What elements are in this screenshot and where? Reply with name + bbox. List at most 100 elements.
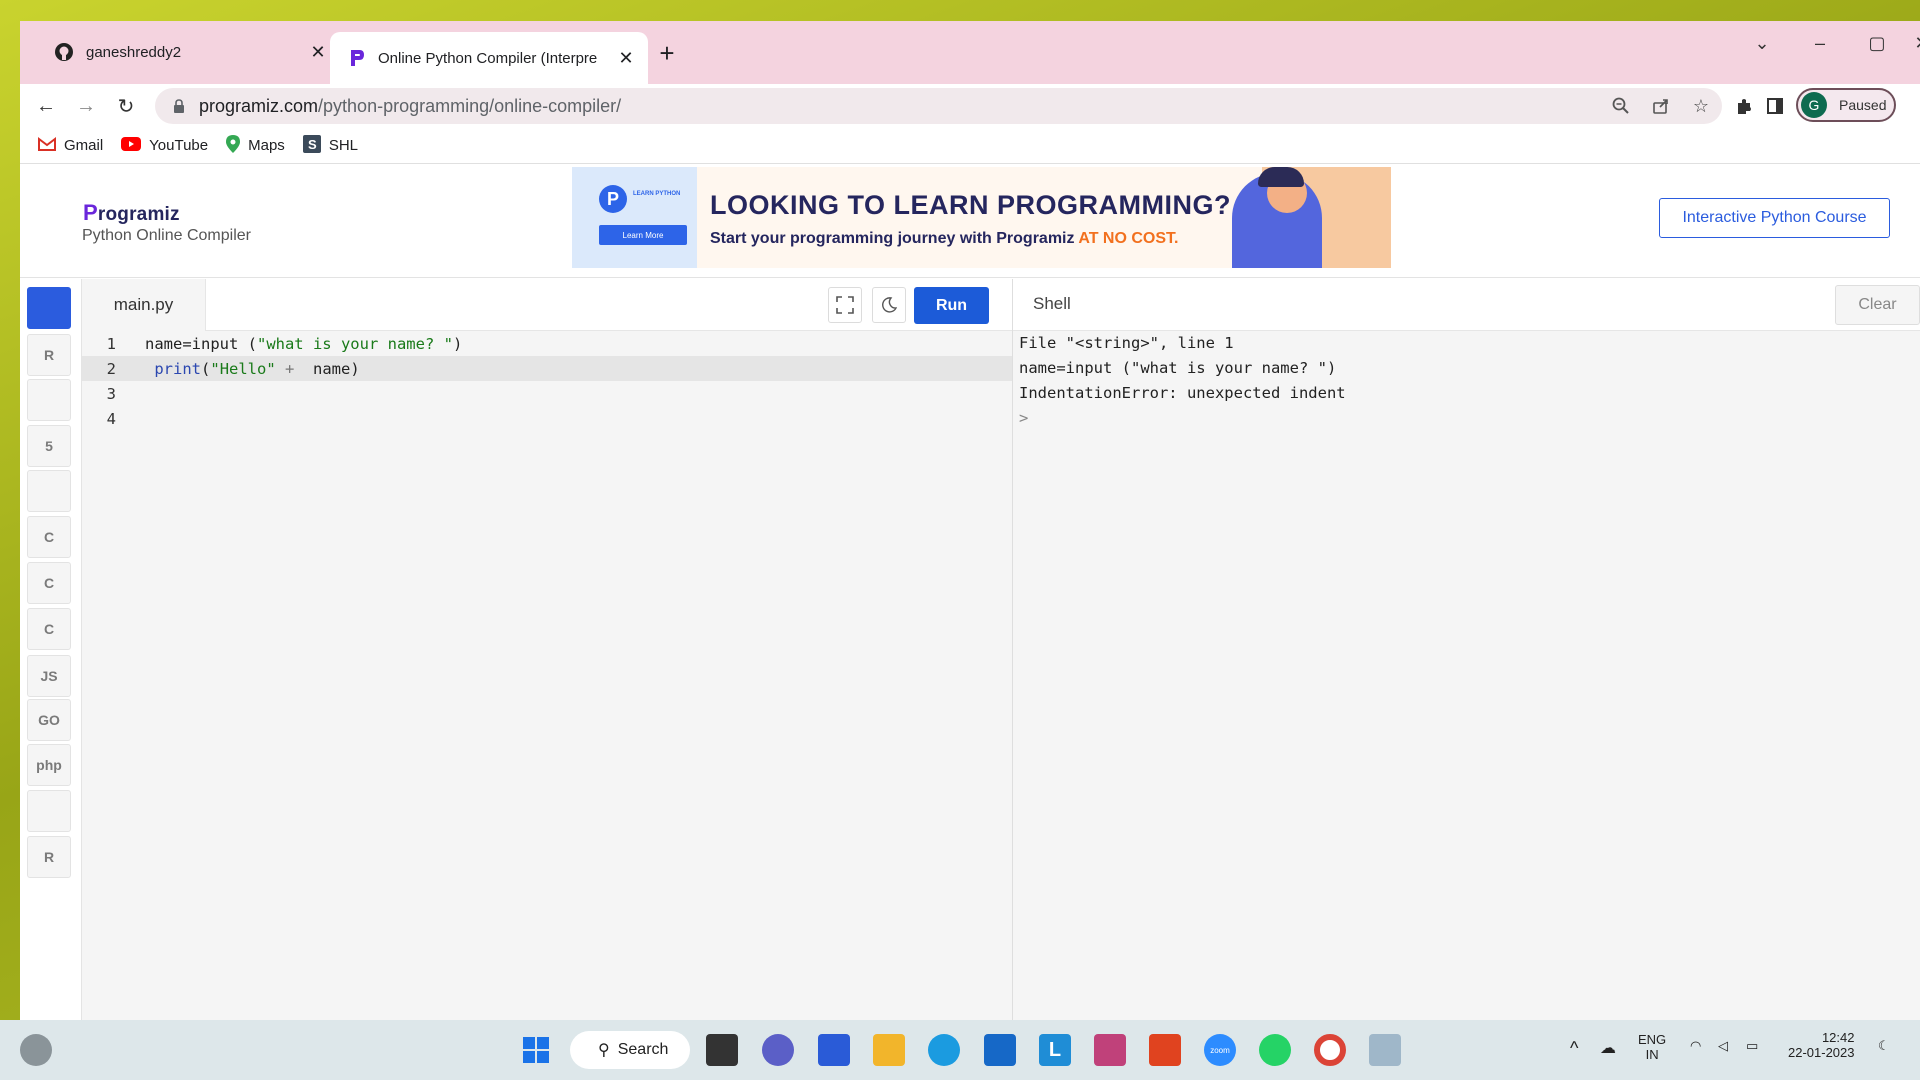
programiz-page: Programiz Python Online Compiler P LEARN… <box>20 164 1920 1020</box>
l-app-icon[interactable]: L <box>1039 1034 1071 1066</box>
bookmark-maps[interactable]: Maps <box>226 134 285 157</box>
notepad-icon[interactable] <box>1369 1034 1401 1066</box>
browser-toolbar: ← → ↻ programiz.com/python-programming/o… <box>20 84 1920 128</box>
maps-icon <box>226 134 241 157</box>
share-icon[interactable] <box>1650 95 1672 117</box>
show-hidden-icons-chevron-icon[interactable]: ^ <box>1570 1038 1578 1059</box>
zoom-icon[interactable]: zoom <box>1204 1034 1236 1066</box>
output-line: IndentationError: unexpected indent <box>1019 384 1346 402</box>
clear-button[interactable]: Clear <box>1835 285 1920 325</box>
start-button[interactable] <box>520 1034 552 1066</box>
whatsapp-icon[interactable] <box>1259 1034 1291 1066</box>
volume-icon[interactable]: ◁ <box>1718 1038 1728 1054</box>
bookmark-gmail[interactable]: Gmail <box>38 136 103 155</box>
close-icon[interactable]: ✕ <box>614 48 638 69</box>
minimize-button[interactable]: – <box>1800 33 1840 54</box>
tab-search-chevron-icon[interactable]: ⌄ <box>1742 33 1782 54</box>
swift-icon[interactable] <box>27 790 71 832</box>
teams-chat-icon[interactable] <box>762 1034 794 1066</box>
address-bar[interactable]: programiz.com/python-programming/online-… <box>155 88 1722 124</box>
zoom-icon[interactable] <box>1610 95 1632 117</box>
mail-icon[interactable] <box>984 1034 1016 1066</box>
code-line: 4 <box>82 406 1012 431</box>
c-icon[interactable]: C <box>27 516 71 558</box>
shell-header: Shell Clear <box>1013 279 1920 331</box>
csharp-icon[interactable]: C <box>27 608 71 650</box>
task-view-icon[interactable] <box>706 1034 738 1066</box>
language-indicator[interactable]: ENG IN <box>1638 1032 1666 1062</box>
extensions-icon[interactable] <box>1733 95 1755 117</box>
tab-title: ganeshreddy2 <box>86 43 182 61</box>
windows-icon <box>523 1037 549 1063</box>
python-logo: P <box>599 185 627 213</box>
python-icon[interactable] <box>27 287 71 329</box>
edge-icon[interactable] <box>928 1034 960 1066</box>
learn-python-label: LEARN PYTHON <box>633 191 681 197</box>
store-icon[interactable] <box>818 1034 850 1066</box>
javascript-icon[interactable]: JS <box>27 655 71 697</box>
office-icon[interactable] <box>1149 1034 1181 1066</box>
taskbar-search[interactable]: ⚲ Search <box>570 1031 690 1069</box>
rust-icon[interactable]: R <box>27 836 71 878</box>
code-text: print("Hello" + name) <box>154 359 360 378</box>
bookmark-youtube[interactable]: YouTube <box>121 136 208 155</box>
sql-database-icon[interactable] <box>27 379 71 421</box>
new-tab-button[interactable]: + <box>650 38 684 69</box>
shell-output[interactable]: File "<string>", line 1 name=input ("wha… <box>1019 331 1346 431</box>
file-tab-main[interactable]: main.py <box>82 279 206 331</box>
site-header: Programiz Python Online Compiler P LEARN… <box>20 164 1920 278</box>
editor-header: main.py Run <box>82 279 1012 331</box>
chrome-icon[interactable] <box>1314 1034 1346 1066</box>
side-panel-icon[interactable] <box>1764 95 1786 117</box>
ad-banner[interactable]: P LEARN PYTHON Learn More LOOKING TO LEA… <box>572 167 1391 268</box>
moon-icon <box>882 297 897 313</box>
go-icon[interactable]: GO <box>27 699 71 741</box>
windows-taskbar: ⚲ Search L zoom ^ ☁ ENG IN ◠ ◁ ▭ 12:42 2… <box>0 1020 1920 1080</box>
run-button[interactable]: Run <box>914 287 989 324</box>
learn-python-card: P LEARN PYTHON Learn More <box>599 185 687 253</box>
close-icon[interactable]: ✕ <box>306 42 330 63</box>
r-icon[interactable]: R <box>27 334 71 376</box>
onedrive-icon[interactable]: ☁ <box>1600 1038 1616 1058</box>
url-text: programiz.com/python-programming/online-… <box>199 95 622 116</box>
wifi-icon[interactable]: ◠ <box>1690 1038 1701 1054</box>
widgets-icon[interactable] <box>20 1034 52 1066</box>
java-icon[interactable] <box>27 470 71 512</box>
html5-icon[interactable]: 5 <box>27 425 71 467</box>
forward-button[interactable]: → <box>72 92 100 120</box>
tab-programiz[interactable]: Online Python Compiler (Interpre ✕ <box>330 32 648 84</box>
maximize-button[interactable]: ▢ <box>1857 33 1897 54</box>
programiz-logo[interactable]: Programiz <box>83 200 180 226</box>
tab-title: Online Python Compiler (Interpre <box>378 49 598 67</box>
code-area[interactable]: 1 name=input ("what is your name? ") 2 p… <box>82 331 1012 431</box>
php-icon[interactable]: php <box>27 744 71 786</box>
cpp-icon[interactable]: C <box>27 562 71 604</box>
back-button[interactable]: ← <box>32 92 60 120</box>
shell-panel: Shell Clear File "<string>", line 1 name… <box>1012 279 1920 1020</box>
svg-text:S: S <box>308 137 317 152</box>
app-icon[interactable] <box>1094 1034 1126 1066</box>
profile-button[interactable]: G Paused <box>1796 88 1896 122</box>
reload-button[interactable]: ↻ <box>112 92 140 120</box>
shell-prompt: > <box>1019 409 1029 427</box>
programiz-icon <box>346 48 366 68</box>
notifications-icon[interactable]: ☾ <box>1878 1038 1890 1054</box>
code-line: 1 name=input ("what is your name? ") <box>82 331 1012 356</box>
file-explorer-icon[interactable] <box>873 1034 905 1066</box>
code-line: 3 <box>82 381 1012 406</box>
github-icon <box>54 42 74 62</box>
code-text: name=input ("what is your name? ") <box>145 334 463 353</box>
star-icon[interactable]: ☆ <box>1690 95 1712 117</box>
lock-icon <box>169 99 189 113</box>
bookmark-shl[interactable]: S SHL <box>302 134 358 157</box>
interactive-course-button[interactable]: Interactive Python Course <box>1659 198 1890 238</box>
tab-github[interactable]: ganeshreddy2 ✕ <box>38 32 340 72</box>
output-line: name=input ("what is your name? ") <box>1019 359 1337 377</box>
clock[interactable]: 12:42 22-01-2023 <box>1788 1030 1855 1060</box>
close-window-button[interactable]: ✕ <box>1912 33 1920 54</box>
fullscreen-button[interactable] <box>828 287 862 323</box>
battery-icon[interactable]: ▭ <box>1746 1038 1758 1054</box>
dark-mode-button[interactable] <box>872 287 906 323</box>
profile-status: Paused <box>1839 97 1887 113</box>
learn-more-button[interactable]: Learn More <box>599 225 687 245</box>
